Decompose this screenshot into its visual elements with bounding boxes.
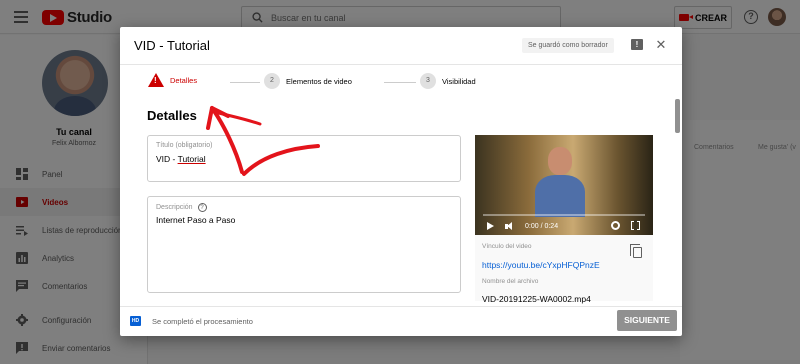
divider (120, 306, 682, 307)
report-issue-icon[interactable]: ! (631, 39, 643, 50)
title-field-value[interactable]: VID - Tutorial (156, 154, 206, 164)
copy-icon[interactable] (630, 244, 642, 258)
title-field-label: Título (obligatorio) (156, 142, 213, 149)
dialog-scrollbar[interactable] (675, 99, 680, 133)
filename-label: Nombre del archivo (482, 278, 539, 285)
step-connector (230, 82, 260, 83)
description-field-label: Descripción (156, 204, 193, 211)
title-value-misspelled: Tutorial (177, 154, 206, 164)
description-field-value[interactable]: Internet Paso a Paso (156, 215, 235, 225)
video-player[interactable]: 0:00 / 0:24 (475, 135, 653, 235)
description-field-label-row: Descripción ? (156, 203, 207, 212)
upload-stepper: Detalles 2 Elementos de video 3 Visibili… (148, 73, 568, 93)
video-link[interactable]: https://youtu.be/cYxpHFQPnzE (482, 260, 600, 270)
play-icon[interactable] (487, 222, 494, 230)
video-progress-bar[interactable] (483, 214, 645, 216)
step-label: Detalles (170, 75, 198, 85)
video-time: 0:00 / 0:24 (525, 222, 559, 230)
help-circle-icon[interactable]: ? (197, 203, 207, 212)
video-controls: 0:00 / 0:24 (475, 218, 653, 234)
title-value-prefix: VID - (156, 154, 178, 164)
volume-icon[interactable] (505, 221, 515, 231)
processing-status: Se completó el procesamiento (152, 317, 253, 326)
video-preview-panel: 0:00 / 0:24 Vínculo del video https://yo… (475, 135, 653, 304)
step-number: 3 (420, 73, 436, 89)
upload-details-dialog: VID - Tutorial Se guardó como borrador !… (120, 27, 682, 336)
draft-status-badge: Se guardó como borrador (522, 38, 614, 53)
step-number: 2 (264, 73, 280, 89)
dialog-title: VID - Tutorial (134, 38, 210, 53)
step-visibility[interactable]: 3 Visibilidad (420, 73, 476, 89)
warning-icon (148, 73, 164, 87)
video-link-label: Vínculo del video (482, 243, 532, 250)
step-connector (384, 82, 416, 83)
step-label: Elementos de video (286, 76, 352, 86)
hd-badge-icon: HD (130, 316, 141, 326)
step-label: Visibilidad (442, 76, 476, 86)
description-field[interactable]: Descripción ? Internet Paso a Paso (147, 196, 461, 293)
next-button[interactable]: SIGUIENTE (617, 310, 677, 331)
step-details[interactable]: Detalles (148, 73, 197, 87)
fullscreen-icon[interactable] (631, 220, 640, 230)
section-title: Detalles (147, 108, 197, 123)
settings-gear-icon[interactable] (611, 221, 620, 230)
close-icon[interactable]: ✕ (654, 38, 668, 52)
video-thumbnail-person (535, 147, 585, 217)
filename-value: VID-20191225-WA0002.mp4 (482, 294, 591, 304)
divider (120, 64, 682, 65)
step-video-elements[interactable]: 2 Elementos de video (264, 73, 352, 89)
title-field[interactable]: Título (obligatorio) VID - Tutorial (147, 135, 461, 182)
